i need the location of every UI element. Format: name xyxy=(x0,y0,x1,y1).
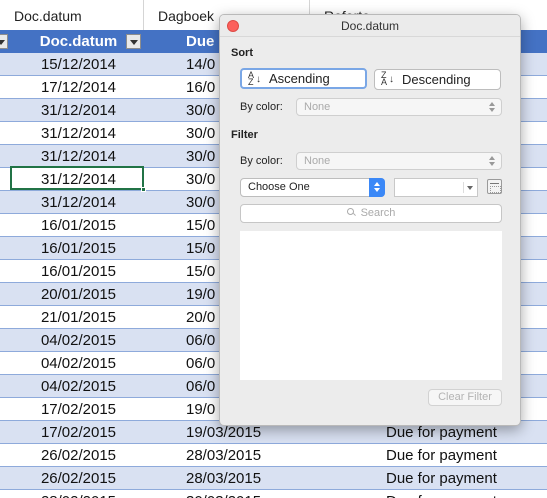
table-header-doc-datum: Doc.datum xyxy=(39,33,118,50)
search-icon xyxy=(346,208,356,217)
divider xyxy=(463,182,464,193)
date-cell[interactable]: 15/12/2014 xyxy=(0,53,143,76)
filter-by-color-select[interactable]: None xyxy=(296,152,502,170)
gridline xyxy=(143,0,144,30)
clear-filter-button[interactable]: Clear Filter xyxy=(428,389,502,406)
updown-icon xyxy=(488,100,497,114)
date-cell[interactable]: 17/12/2014 xyxy=(0,76,143,99)
date-cell[interactable]: 16/01/2015 xyxy=(0,214,143,237)
filter-condition-select[interactable]: Choose One xyxy=(240,178,385,197)
search-placeholder: Search xyxy=(360,207,396,219)
sort-descending-label: Descending xyxy=(402,72,471,87)
search-input[interactable]: Search xyxy=(240,204,502,223)
column-header-doc-datum[interactable]: Doc.datum xyxy=(0,0,143,30)
filter-dropdown-button[interactable] xyxy=(126,34,141,49)
popover-title: Doc.datum xyxy=(220,15,520,37)
date-cell[interactable]: 26/02/2015 xyxy=(0,444,143,467)
sort-descending-button[interactable]: Z A ↓ Descending xyxy=(374,69,501,90)
filter-by-color-value: None xyxy=(304,155,331,167)
calendar-icon[interactable] xyxy=(487,179,502,194)
date-cell[interactable]: 26/02/2015 xyxy=(0,467,143,490)
updown-icon xyxy=(488,154,497,168)
active-cell-highlight xyxy=(10,166,144,190)
close-icon[interactable] xyxy=(227,20,239,32)
table-row: 28/02/2015 30/03/2015 Due for payment xyxy=(0,490,547,498)
date-cell[interactable]: 04/02/2015 xyxy=(0,352,143,375)
filter-values-list[interactable] xyxy=(240,231,502,380)
date-cell[interactable]: 20/01/2015 xyxy=(0,283,143,306)
filter-condition-value: Choose One xyxy=(248,181,310,193)
date-cell[interactable]: 21/01/2015 xyxy=(0,306,143,329)
date-cell[interactable]: 17/02/2015 xyxy=(0,421,143,444)
sort-z-a-icon: Z A ↓ xyxy=(381,70,394,87)
sort-by-color-select[interactable]: None xyxy=(296,98,502,116)
updown-icon xyxy=(369,178,385,197)
status-cell[interactable]: Due for payment xyxy=(386,444,546,467)
sort-a-z-icon: A Z ↓ xyxy=(248,70,261,87)
date-cell[interactable]: 16/01/2015 xyxy=(0,237,143,260)
date-cell[interactable]: 16/01/2015 xyxy=(0,260,143,283)
due-cell[interactable]: 28/03/2015 xyxy=(186,467,266,490)
due-cell[interactable]: 28/03/2015 xyxy=(186,444,266,467)
sort-ascending-label: Ascending xyxy=(269,71,330,86)
filter-value-combobox[interactable] xyxy=(394,178,478,197)
date-cell[interactable]: 17/02/2015 xyxy=(0,398,143,421)
status-cell[interactable]: Due for payment xyxy=(386,490,546,498)
filter-by-color-label: By color: xyxy=(240,155,283,167)
fill-handle[interactable] xyxy=(141,187,146,192)
date-cell[interactable]: 31/12/2014 xyxy=(0,191,143,214)
filter-section-heading: Filter xyxy=(231,129,258,141)
date-cell[interactable]: 04/02/2015 xyxy=(0,375,143,398)
status-cell[interactable]: Due for payment xyxy=(386,467,546,490)
sort-ascending-button[interactable]: A Z ↓ Ascending xyxy=(240,68,367,89)
date-cell[interactable]: 31/12/2014 xyxy=(0,145,143,168)
date-cell[interactable]: 31/12/2014 xyxy=(0,122,143,145)
table-row: 26/02/2015 28/03/2015 Due for payment xyxy=(0,444,547,467)
due-cell[interactable]: 30/03/2015 xyxy=(186,490,266,498)
date-cell[interactable]: 28/02/2015 xyxy=(0,490,143,498)
chevron-down-icon xyxy=(467,186,473,190)
sort-filter-popover: Doc.datum Sort A Z ↓ Ascending Z A ↓ Descend… xyxy=(219,14,521,426)
table-row: 26/02/2015 28/03/2015 Due for payment xyxy=(0,467,547,490)
sort-by-color-label: By color: xyxy=(240,101,283,113)
sort-by-color-value: None xyxy=(304,101,331,113)
date-cell[interactable]: 04/02/2015 xyxy=(0,329,143,352)
date-cell[interactable]: 31/12/2014 xyxy=(0,99,143,122)
sort-section-heading: Sort xyxy=(231,47,253,59)
